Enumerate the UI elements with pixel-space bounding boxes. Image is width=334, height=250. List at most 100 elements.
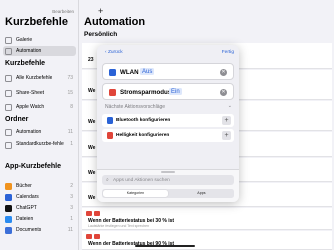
item-count: 1: [70, 216, 73, 222]
add-suggestion-button[interactable]: +: [222, 131, 231, 140]
brightness-icon: [107, 132, 113, 139]
action-token[interactable]: Aus: [140, 68, 155, 75]
page-title: Automation: [84, 16, 146, 28]
row-title: We: [88, 119, 96, 125]
calendars-app-icon: [5, 193, 12, 201]
bluetooth-icon: [107, 117, 113, 124]
row-title: We: [88, 170, 96, 176]
automation-icon: [5, 47, 12, 55]
add-automation-button[interactable]: +: [98, 6, 103, 16]
section-kurzbefehle: Kurzbefehle: [5, 60, 46, 67]
documents-app-icon: [5, 226, 12, 234]
chatgpt-app-icon: [5, 204, 12, 212]
done-button[interactable]: Fertig: [222, 50, 234, 55]
segment-apps[interactable]: Apps: [169, 189, 234, 198]
sidebar-item-alle[interactable]: Alle Kurzbefehle 73: [3, 73, 76, 83]
edit-button[interactable]: Bearbeiten: [52, 9, 74, 14]
suggestions-header: Nächste Aktionsvorschläge: [105, 104, 166, 110]
suggestion-helligkeit[interactable]: Helligkeit konfigurieren +: [102, 129, 234, 142]
sidebar-item-share-sheet[interactable]: Share-Sheet 15: [3, 88, 76, 98]
books-app-icon: [5, 182, 12, 190]
suggestion-label: Helligkeit konfigurieren: [116, 133, 170, 138]
row-subtitle: Lautstärke festlegen und Text sprechen: [88, 224, 150, 228]
sidebar-item-label: Calendars: [16, 194, 39, 200]
library-segmented-control[interactable]: Kategorien Apps: [102, 189, 234, 198]
battery-icon: [86, 211, 92, 216]
sidebar-item-galerie[interactable]: Galerie: [3, 35, 76, 45]
sidebar-item-folder-automation[interactable]: Automation 11: [3, 127, 76, 137]
search-field[interactable]: ⌕ Apps und Aktionen suchen: [102, 175, 234, 185]
battery-icon: [109, 89, 116, 96]
section-persoenlich: Persönlich: [84, 31, 118, 38]
suggestion-label: Bluetooth konfigurieren: [116, 118, 171, 123]
add-suggestion-button[interactable]: +: [222, 116, 231, 125]
item-count: 3: [70, 194, 73, 200]
share-icon: [5, 89, 12, 97]
home-indicator[interactable]: [135, 245, 195, 247]
sidebar-item-label: ChatGPT: [16, 205, 37, 211]
sidebar-item-label: Share-Sheet: [16, 90, 45, 96]
sidebar-item-label: Automation: [16, 129, 42, 135]
action-label: WLAN: [120, 69, 139, 76]
automation-row[interactable]: Wenn der Batteriestatus bei 90 % ist: [82, 231, 332, 250]
item-count: 11: [67, 227, 73, 233]
sidebar-item-label: Automation: [16, 48, 42, 54]
item-count: 73: [67, 75, 73, 81]
section-app-kurzbefehle: App-Kurzbefehle: [5, 163, 61, 170]
sidebar-item-buecher[interactable]: Bücher 2: [3, 181, 76, 191]
sidebar-item-chatgpt[interactable]: ChatGPT 3: [3, 203, 76, 213]
files-app-icon: [5, 215, 12, 223]
back-button[interactable]: ‹ Zurück: [105, 50, 123, 55]
sidebar-title: Kurzbefehle: [5, 16, 68, 28]
search-icon: ⌕: [106, 177, 109, 183]
row-title: We: [88, 145, 96, 151]
sidebar-item-label: Bücher: [16, 183, 32, 189]
item-count: 2: [70, 183, 73, 189]
chevron-down-icon[interactable]: ⌄: [228, 103, 232, 109]
remove-action-icon[interactable]: ✕: [220, 69, 227, 76]
sidebar-item-documents[interactable]: Documents 11: [3, 225, 76, 235]
item-count: 8: [70, 104, 73, 110]
suggestion-bluetooth[interactable]: Bluetooth konfigurieren +: [102, 114, 234, 127]
watch-icon: [5, 103, 12, 111]
sidebar-item-label: Apple Watch: [16, 104, 45, 110]
automation-editor-sheet: ‹ Zurück Fertig WLAN Aus ✕ Stromsparmodu…: [97, 45, 239, 202]
speaker-icon: [94, 234, 100, 239]
gallery-icon: [5, 36, 12, 44]
row-title: We: [88, 195, 96, 201]
battery-icon: [86, 234, 92, 239]
sidebar-item-standard[interactable]: Standardkurzbe-fehle 1: [3, 141, 76, 155]
row-title: We: [88, 88, 96, 94]
folder-icon: [5, 128, 12, 136]
sidebar: Bearbeiten Kurzbefehle Galerie Automatio…: [0, 0, 79, 250]
sidebar-item-dateien[interactable]: Dateien 1: [3, 214, 76, 224]
sidebar-item-label: Standardkurzbe-fehle: [16, 141, 64, 147]
stack-icon: [5, 74, 12, 82]
segment-kategorien[interactable]: Kategorien: [102, 189, 168, 198]
sidebar-item-label: Dateien: [16, 216, 34, 222]
automation-row[interactable]: Wenn der Batteriestatus bei 30 % ist Lau…: [82, 208, 332, 230]
sidebar-item-calendars[interactable]: Calendars 3: [3, 192, 76, 202]
search-placeholder: Apps und Aktionen suchen: [113, 177, 170, 183]
action-card-wlan[interactable]: WLAN Aus ✕: [102, 63, 234, 80]
item-count: 3: [70, 205, 73, 211]
remove-action-icon[interactable]: ✕: [220, 89, 227, 96]
sidebar-item-automation[interactable]: Automation: [3, 46, 76, 56]
sidebar-item-label: Galerie: [16, 37, 33, 43]
action-label: Stromsparmodus: [120, 89, 172, 96]
section-ordner: Ordner: [5, 116, 29, 123]
back-label: Zurück: [107, 50, 123, 55]
item-count: 15: [67, 90, 73, 96]
sheet-grabber[interactable]: [161, 171, 175, 173]
folder-icon: [5, 142, 12, 149]
wifi-icon: [109, 69, 116, 76]
row-title: 23: [88, 57, 94, 63]
item-count: 11: [67, 129, 73, 135]
action-card-stromsparmodus[interactable]: Stromsparmodus Ein ✕: [102, 83, 234, 100]
sidebar-item-label: Documents: [16, 227, 42, 233]
sidebar-item-apple-watch[interactable]: Apple Watch 8: [3, 102, 76, 112]
action-token[interactable]: Ein: [169, 88, 182, 95]
item-count: 1: [70, 141, 73, 147]
sidebar-item-label: Alle Kurzbefehle: [16, 75, 53, 81]
speaker-icon: [94, 211, 100, 216]
